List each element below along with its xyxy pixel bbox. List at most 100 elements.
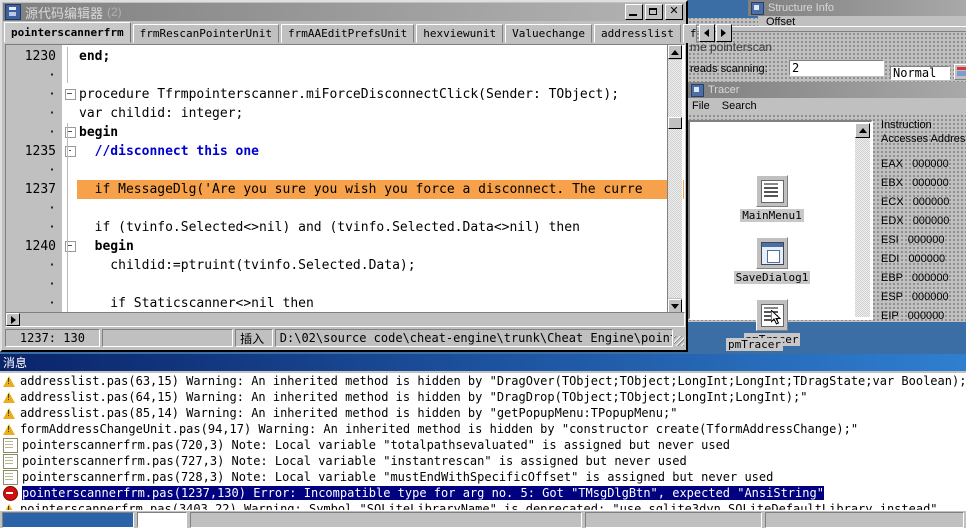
code-folding-column[interactable] (63, 45, 77, 313)
fold-toggle-begin[interactable] (63, 123, 77, 142)
component-savedialog1[interactable]: SaveDialog1 (727, 237, 817, 284)
taskbar-item[interactable] (585, 512, 762, 528)
scrollbar-track[interactable] (668, 60, 682, 298)
message-row[interactable]: pointerscannerfrm.pas(728,3) Note: Local… (0, 469, 966, 485)
tracer-col-accesses: Accesses Addres (881, 133, 965, 145)
message-text: pointerscannerfrm.pas(720,3) Note: Local… (22, 438, 730, 452)
message-text: addresslist.pas(85,14) Warning: An inher… (20, 406, 677, 420)
code-editor-area[interactable]: 1230 · · · · 1235 · 1237 · · 1240 · · · … (5, 44, 685, 314)
popupmenu-icon (756, 299, 788, 331)
code-line: childid:=ptruint(tvinfo.Selected.Data); (77, 256, 684, 275)
taskbar-item[interactable] (765, 512, 964, 528)
code-horizontal-scrollbar[interactable] (5, 312, 685, 327)
warning-icon (3, 503, 16, 511)
tab-pointerscannerfrm[interactable]: pointerscannerfrm (4, 22, 131, 43)
chevron-right-icon (11, 316, 16, 324)
tab-frmrescanpointerunit[interactable]: frmRescanPointerUnit (133, 24, 279, 43)
scroll-down-button[interactable] (668, 299, 682, 313)
tracer-menu-file[interactable]: File (692, 100, 710, 112)
priority-select[interactable]: Normal (890, 66, 950, 80)
tab-scroll-right-button[interactable] (716, 24, 732, 42)
chevron-up-icon (859, 128, 867, 133)
minimize-button[interactable] (625, 4, 643, 20)
resize-grip[interactable] (675, 329, 685, 347)
code-line: begin (77, 237, 684, 256)
messages-list[interactable]: addresslist.pas(63,15) Warning: An inher… (0, 373, 966, 510)
taskbar[interactable] (0, 510, 966, 528)
message-text: pointerscannerfrm.pas(3403,22) Warning: … (20, 502, 938, 510)
chevron-left-icon (704, 29, 709, 37)
close-button[interactable]: ✕ (665, 4, 683, 20)
taskbar-item[interactable] (190, 512, 582, 528)
line-number: · (6, 199, 62, 218)
structure-info-titlebar[interactable]: Structure Info (748, 0, 966, 16)
tab-scroll-left-button[interactable] (699, 24, 715, 42)
register-value: 000000 (912, 158, 949, 170)
code-vertical-scrollbar[interactable] (667, 44, 683, 314)
fold-toggle-procedure[interactable] (63, 85, 77, 104)
maximize-button[interactable] (645, 4, 663, 20)
tab-addresslist[interactable]: addresslist (594, 24, 681, 43)
fold-toggle-inner-begin[interactable] (63, 237, 77, 256)
message-row[interactable]: addresslist.pas(64,15) Warning: An inher… (0, 389, 966, 405)
taskbar-active-item[interactable] (2, 512, 134, 528)
message-text: pointerscannerfrm.pas(1237,130) Error: I… (22, 486, 824, 500)
message-row[interactable]: pointerscannerfrm.pas(727,3) Note: Local… (0, 453, 966, 469)
form-designer-pane[interactable]: MainMenu1 SaveDialog1 pmTracer (688, 120, 873, 320)
mouse-cursor-icon (771, 310, 785, 326)
register-value: 000000 (913, 215, 950, 227)
register-value: 000000 (908, 234, 945, 246)
scroll-left-button[interactable] (6, 313, 20, 326)
code-line (77, 66, 684, 85)
messages-titlebar[interactable]: 消息 (0, 354, 966, 371)
register-name: ESP (881, 291, 903, 303)
tab-scroll-buttons (699, 24, 732, 43)
register-value: 000000 (908, 310, 945, 322)
note-icon (3, 470, 18, 485)
message-row[interactable]: addresslist.pas(85,14) Warning: An inher… (0, 405, 966, 421)
tab-frmmemre[interactable]: frmMemre (683, 24, 697, 43)
threads-scanning-input[interactable]: 2 (789, 60, 884, 76)
message-row[interactable]: addresslist.pas(63,15) Warning: An inher… (0, 373, 966, 389)
message-row[interactable]: pointerscannerfrm.pas(3403,22) Warning: … (0, 501, 966, 510)
line-number: 1230 (6, 47, 62, 66)
line-number: · (6, 161, 62, 180)
message-row[interactable]: pointerscannerfrm.pas(720,3) Note: Local… (0, 437, 966, 453)
toolbar-button[interactable] (954, 64, 966, 80)
tab-hexviewunit[interactable]: hexviewunit (416, 24, 503, 43)
tracer-menu-search[interactable]: Search (722, 100, 757, 112)
savedialog-icon (756, 237, 788, 269)
line-number: · (6, 218, 62, 237)
scroll-up-button[interactable] (668, 45, 682, 59)
insert-mode-indicator: 插入 (235, 329, 273, 347)
line-number: · (6, 85, 62, 104)
warning-icon (3, 391, 16, 404)
code-text-column[interactable]: end; procedure Tfrmpointerscanner.miForc… (77, 45, 684, 313)
register-name: ESI (881, 234, 899, 246)
component-mainmenu1[interactable]: MainMenu1 (727, 175, 817, 222)
tab-valuechange[interactable]: Valuechange (505, 24, 592, 43)
line-number: 1237 (6, 180, 62, 199)
tracer-menubar: File Search (688, 98, 966, 113)
fold-toggle-comment[interactable] (63, 142, 77, 161)
message-row-selected[interactable]: pointerscannerfrm.pas(1237,130) Error: I… (0, 485, 966, 501)
message-text: addresslist.pas(63,15) Warning: An inher… (20, 374, 966, 388)
tab-frmaaeditprefsunit[interactable]: frmAAEditPrefsUnit (281, 24, 414, 43)
tracer-col-instruction: Instruction (881, 119, 932, 131)
chevron-down-icon (671, 304, 679, 309)
editor-status-bar: 1237: 130 插入 D:\02\source code\cheat-eng… (5, 329, 685, 347)
editor-tab-bar[interactable]: pointerscannerfrm frmRescanPointerUnit f… (3, 23, 685, 43)
form-designer-scrollbar[interactable] (855, 123, 870, 317)
register-row: EDX 000000 (881, 215, 949, 234)
scrollbar-thumb[interactable] (668, 117, 682, 129)
scroll-up-button[interactable] (855, 123, 870, 138)
source-code-editor-window[interactable]: 源代码编辑器 (2) ✕ pointerscannerfrm frmRescan… (0, 0, 688, 352)
editor-titlebar[interactable]: 源代码编辑器 (2) ✕ (3, 3, 685, 21)
register-value: 000000 (912, 177, 949, 189)
tracer-titlebar[interactable]: Tracer (688, 82, 966, 98)
register-row: EBX 000000 (881, 177, 949, 196)
taskbar-item[interactable] (137, 512, 187, 528)
message-row[interactable]: formAddressChangeUnit.pas(94,17) Warning… (0, 421, 966, 437)
line-number-gutter: 1230 · · · · 1235 · 1237 · · 1240 · · · … (6, 45, 63, 313)
fold-spacer (63, 199, 77, 218)
